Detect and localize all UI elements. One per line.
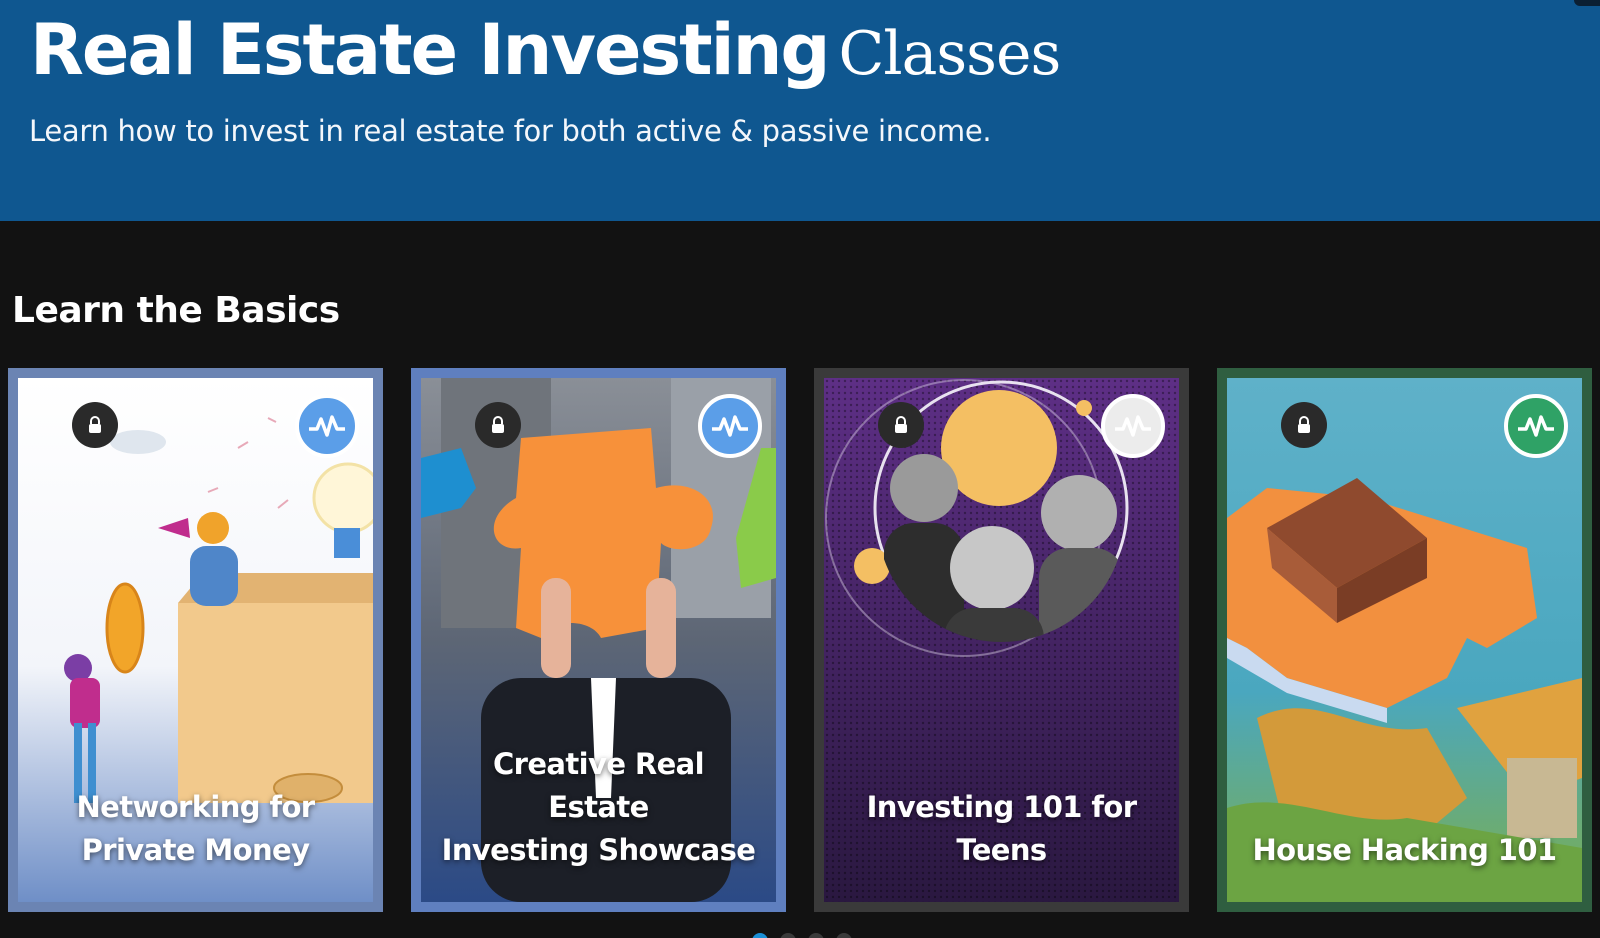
pulse-icon [295, 394, 359, 458]
card-title-line: Creative Real Estate [492, 747, 705, 824]
carousel-pagination [752, 933, 852, 938]
carousel-dot[interactable] [780, 933, 796, 938]
card-title-line: Investing 101 for [866, 790, 1137, 824]
lock-icon [475, 402, 521, 448]
class-card-house-hacking[interactable]: House Hacking 101 [1217, 368, 1592, 912]
class-card-investing-teens[interactable]: Investing 101 for Teens [814, 368, 1189, 912]
card-title: House Hacking 101 [1247, 829, 1562, 872]
class-card-networking[interactable]: Networking for Private Money [8, 368, 383, 912]
pulse-icon [698, 394, 762, 458]
page-title-bold: Real Estate Investing [30, 9, 831, 91]
card-title-line: Networking for [76, 790, 316, 824]
card-title-line: Private Money [81, 833, 310, 867]
lock-icon [72, 402, 118, 448]
lock-icon [878, 402, 924, 448]
card-title: Creative Real Estate Investing Showcase [441, 743, 756, 872]
card-title-line: Teens [956, 833, 1047, 867]
carousel-dot[interactable] [808, 933, 824, 938]
carousel-dot[interactable] [836, 933, 852, 938]
pulse-icon [1504, 394, 1568, 458]
pulse-icon [1101, 394, 1165, 458]
class-card-creative-showcase[interactable]: Creative Real Estate Investing Showcase [411, 368, 786, 912]
card-title-line: House Hacking 101 [1252, 833, 1558, 867]
page-subtitle: Learn how to invest in real estate for b… [29, 114, 992, 148]
card-title: Investing 101 for Teens [844, 786, 1159, 872]
card-title: Networking for Private Money [38, 786, 353, 872]
page-header: Real Estate Investing Classes Learn how t… [0, 0, 1600, 221]
lock-icon [1281, 402, 1327, 448]
section-title: Learn the Basics [12, 290, 340, 331]
page-title: Real Estate Investing Classes [30, 6, 1062, 98]
page-title-serif: Classes [838, 19, 1062, 89]
card-title-line: Investing Showcase [441, 833, 756, 867]
carousel-dot[interactable] [752, 933, 768, 938]
window-corner [1574, 0, 1600, 6]
